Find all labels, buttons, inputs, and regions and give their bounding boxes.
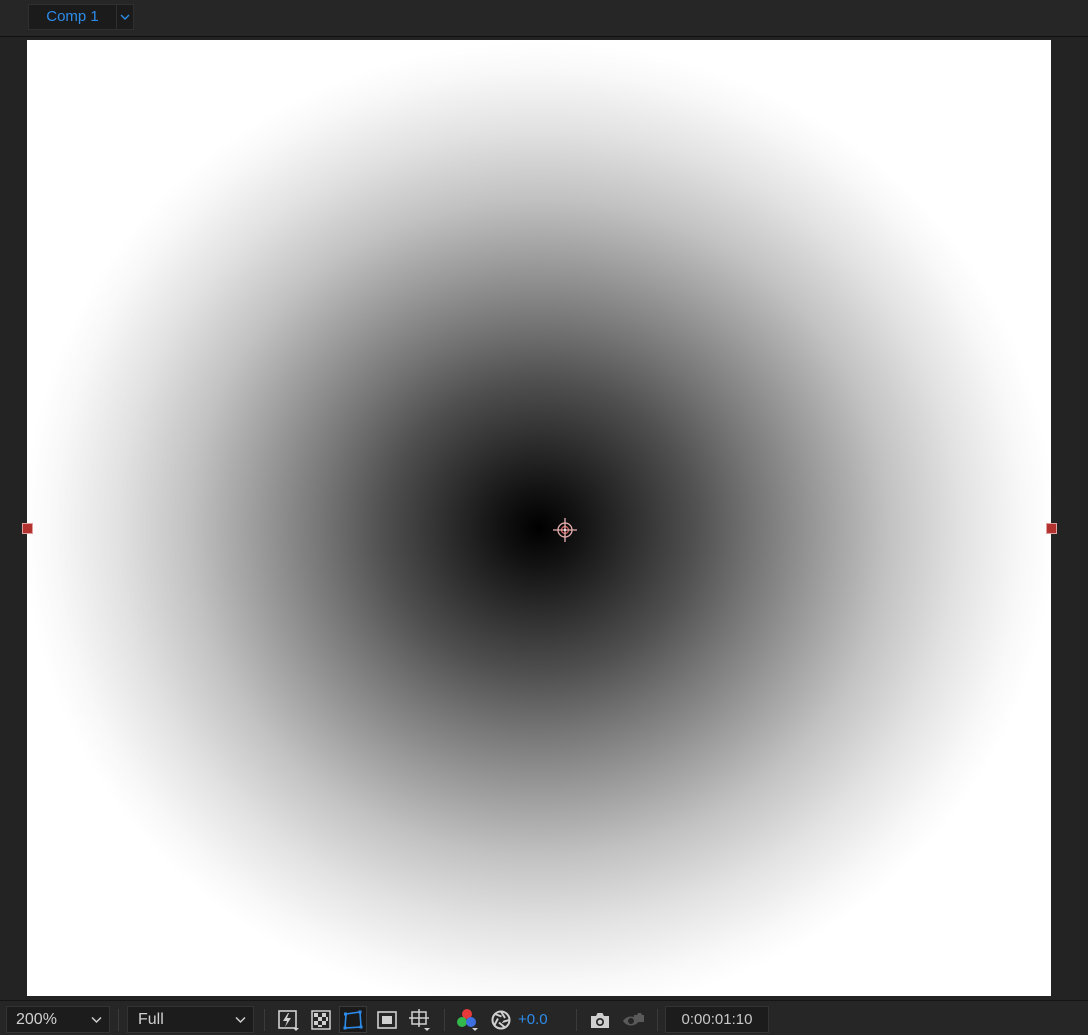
fast-previews-button[interactable] — [274, 1006, 302, 1033]
chevron-down-icon — [91, 1016, 102, 1024]
show-snapshot-button[interactable] — [619, 1006, 647, 1033]
anchor-point-icon[interactable] — [552, 517, 578, 543]
magnification-value: 200% — [16, 1011, 57, 1028]
mask-path-visibility-button[interactable] — [339, 1006, 367, 1033]
comp-tab-menu-button[interactable] — [116, 4, 134, 30]
toolbar-divider — [264, 1009, 265, 1031]
resolution-dropdown[interactable]: Full — [127, 1006, 254, 1033]
viewer-toolbar: 200% Full +0.0 0:00:01:10 — [0, 1000, 1088, 1035]
mask-path-visibility-icon — [343, 1010, 363, 1029]
panel-tab-bar: Comp 1 — [0, 0, 1088, 37]
resolution-value: Full — [138, 1011, 164, 1028]
grid-guides-button[interactable] — [406, 1006, 434, 1033]
transparency-grid-button[interactable] — [307, 1006, 335, 1033]
grid-guides-icon — [409, 1008, 430, 1031]
layer-handle-right[interactable] — [1046, 523, 1057, 534]
channel-rgb-icon — [457, 1008, 478, 1031]
magnification-dropdown[interactable]: 200% — [6, 1006, 110, 1033]
color-management-icon — [491, 1010, 511, 1029]
toolbar-divider — [444, 1009, 445, 1031]
composition-panel: Comp 1 200% Full +0.0 0:00:01:10 — [0, 0, 1088, 1035]
show-channel-button[interactable] — [453, 1006, 481, 1033]
layer-handle-left[interactable] — [22, 523, 33, 534]
current-time-display[interactable]: 0:00:01:10 — [665, 1006, 769, 1033]
show-snapshot-icon — [623, 1012, 644, 1025]
region-of-interest-button[interactable] — [373, 1006, 401, 1033]
region-of-interest-icon — [377, 1010, 397, 1029]
composition-viewer[interactable] — [0, 38, 1088, 999]
toolbar-divider — [118, 1009, 119, 1031]
fast-previews-icon — [278, 1009, 299, 1031]
chevron-down-icon — [120, 14, 130, 20]
toolbar-divider — [576, 1009, 577, 1031]
composition-canvas[interactable] — [27, 40, 1051, 996]
chevron-down-icon — [235, 1016, 246, 1024]
comp-tab[interactable]: Comp 1 — [28, 4, 116, 30]
exposure-value[interactable]: +0.0 — [518, 1011, 548, 1029]
take-snapshot-button[interactable] — [586, 1006, 614, 1033]
toolbar-divider — [657, 1009, 658, 1031]
transparency-grid-icon — [311, 1009, 331, 1030]
snapshot-camera-icon — [591, 1012, 609, 1028]
color-management-button[interactable] — [487, 1006, 515, 1033]
